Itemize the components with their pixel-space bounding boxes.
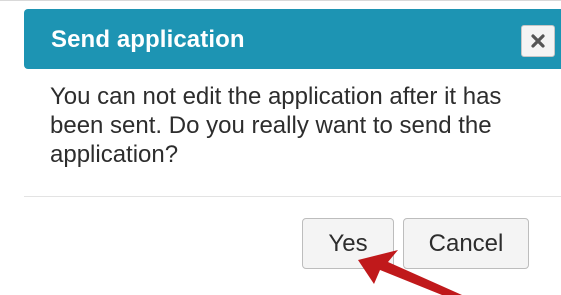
dialog-message: You can not edit the application after i… <box>50 83 502 168</box>
dialog-header: Send application <box>24 9 561 69</box>
arrow-pointer-icon <box>358 250 462 295</box>
top-divider <box>0 0 561 1</box>
footer-divider <box>24 196 561 197</box>
dialog-title: Send application <box>51 26 245 53</box>
close-icon <box>529 32 547 50</box>
close-button[interactable] <box>521 25 555 57</box>
screenshot-page: Send application You can not edit the ap… <box>0 0 561 295</box>
